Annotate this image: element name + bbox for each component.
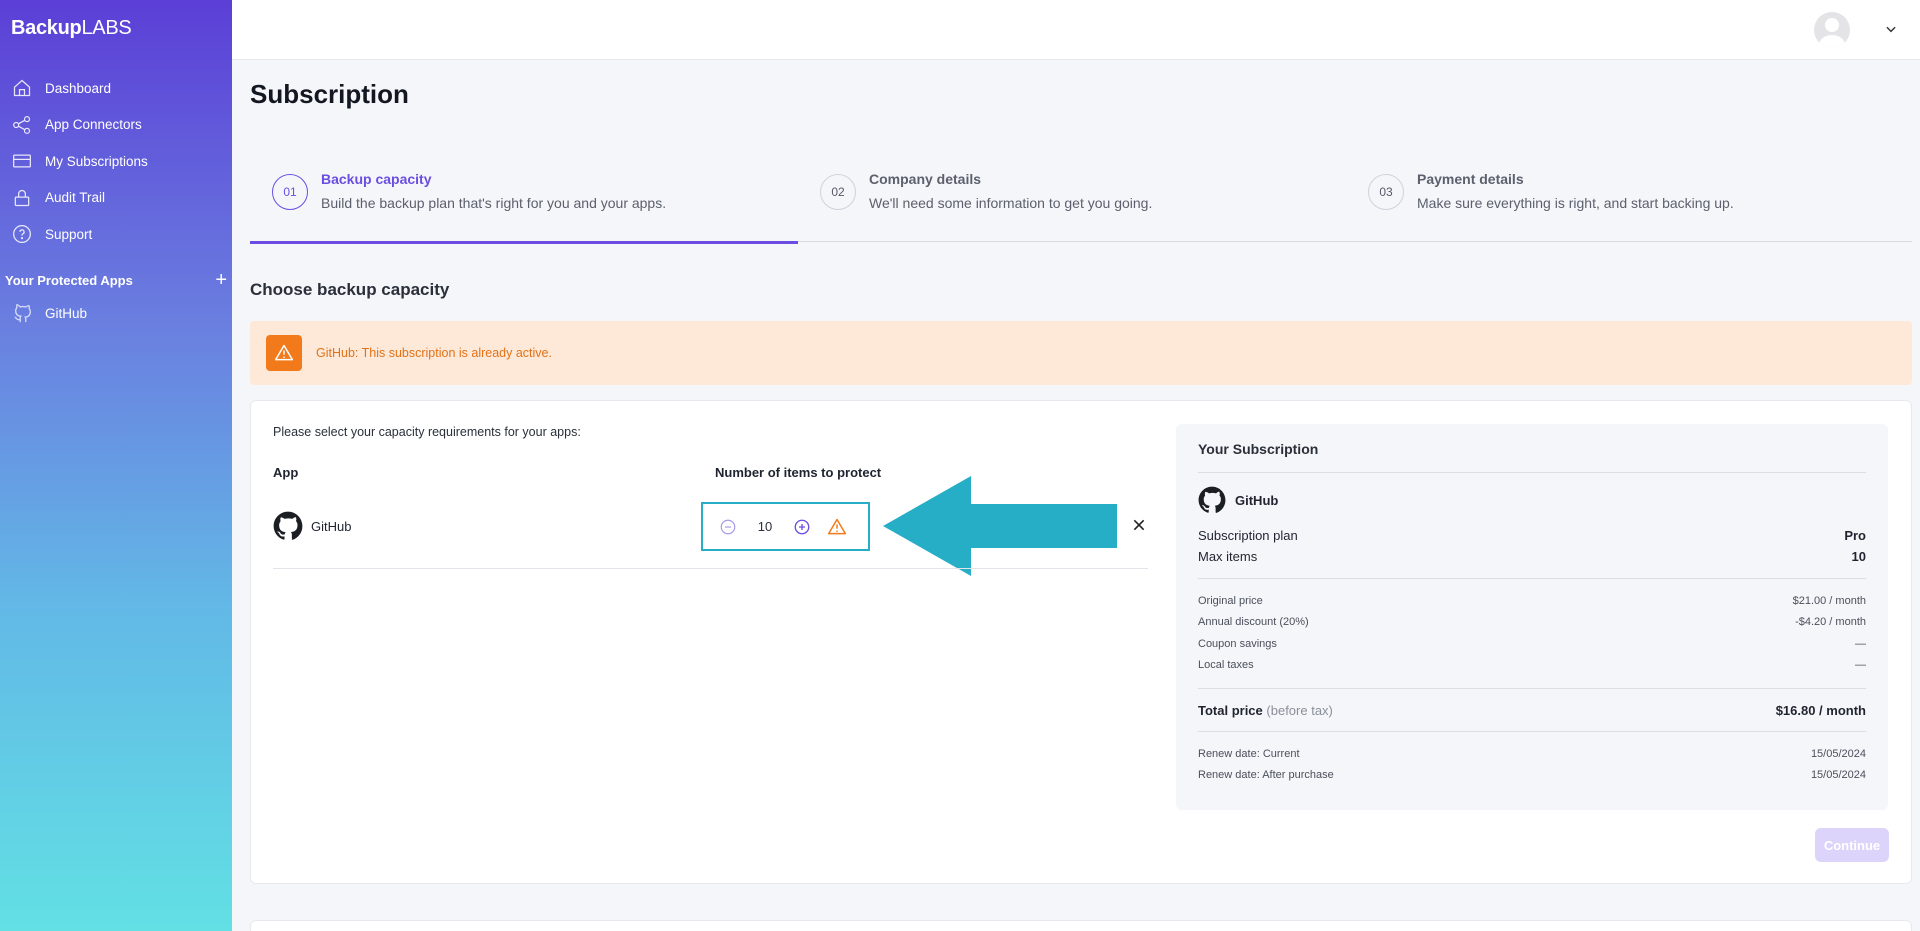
sidebar-item-label: App Connectors bbox=[45, 117, 142, 133]
top-bar bbox=[232, 0, 1920, 60]
plan-label: Subscription plan bbox=[1198, 528, 1298, 543]
sidebar-item-support[interactable]: Support bbox=[0, 216, 232, 253]
sidebar-item-label: Dashboard bbox=[45, 80, 112, 96]
brand-logo[interactable]: BackupLABS bbox=[11, 17, 132, 40]
quantity-stepper bbox=[701, 502, 870, 551]
sidebar-item-dashboard[interactable]: Dashboard bbox=[0, 70, 232, 107]
original-price-row: Original price $21.00 / month bbox=[1198, 595, 1866, 607]
summary-app-name: GitHub bbox=[1235, 492, 1279, 508]
divider bbox=[1198, 688, 1866, 689]
total-value: $16.80 / month bbox=[1775, 703, 1866, 718]
renew-current-row: Renew date: Current 15/05/2024 bbox=[1198, 748, 1866, 760]
sidebar-item-github[interactable]: GitHub bbox=[12, 302, 87, 324]
warning-icon bbox=[266, 335, 302, 371]
stepper-progress: 01 Backup capacity Build the backup plan… bbox=[250, 160, 1912, 244]
summary-title: Your Subscription bbox=[1198, 441, 1319, 457]
original-price-value: $21.00 / month bbox=[1792, 595, 1866, 607]
section-title: Choose backup capacity bbox=[250, 280, 450, 299]
sidebar-nav: Dashboard App Connectors My Subscription… bbox=[0, 70, 232, 253]
renew-current-label: Renew date: Current bbox=[1198, 748, 1300, 760]
renew-after-row: Renew date: After purchase 15/05/2024 bbox=[1198, 769, 1866, 781]
protected-apps-header: Your Protected Apps + bbox=[5, 270, 227, 290]
github-icon bbox=[273, 511, 303, 540]
quantity-input[interactable] bbox=[737, 519, 793, 534]
total-label: Total price bbox=[1198, 703, 1263, 718]
sidebar-item-label: GitHub bbox=[45, 305, 88, 321]
taxes-label: Local taxes bbox=[1198, 659, 1254, 671]
total-row: Total price (before tax) $16.80 / month bbox=[1198, 703, 1866, 718]
sidebar-item-my-subscriptions[interactable]: My Subscriptions bbox=[0, 143, 232, 180]
card-icon bbox=[13, 154, 31, 168]
user-avatar[interactable] bbox=[1814, 12, 1850, 48]
alert-text: GitHub: This subscription is already act… bbox=[316, 346, 552, 360]
share-icon bbox=[13, 115, 31, 134]
step-number: 03 bbox=[1368, 174, 1404, 210]
sidebar-item-label: Support bbox=[45, 226, 93, 242]
total-note: (before tax) bbox=[1266, 703, 1333, 718]
step-company-details[interactable]: 02 Company details We'll need some infor… bbox=[798, 160, 1346, 242]
coupon-row: Coupon savings — bbox=[1198, 638, 1866, 650]
sidebar-item-audit-trail[interactable]: Audit Trail bbox=[0, 180, 232, 217]
close-icon[interactable] bbox=[1131, 517, 1147, 533]
help-icon bbox=[13, 225, 31, 244]
minus-circle-icon[interactable] bbox=[719, 518, 737, 536]
discount-row: Annual discount (20%) -$4.20 / month bbox=[1198, 616, 1866, 628]
renew-after-value: 15/05/2024 bbox=[1810, 769, 1866, 781]
plan-row: Subscription plan Pro bbox=[1198, 528, 1866, 543]
alert-banner: GitHub: This subscription is already act… bbox=[250, 321, 1912, 385]
app-name: GitHub bbox=[311, 518, 352, 534]
discount-label: Annual discount (20%) bbox=[1198, 616, 1309, 628]
protected-apps-title: Your Protected Apps bbox=[5, 272, 133, 288]
max-items-row: Max items 10 bbox=[1198, 549, 1866, 564]
taxes-row: Local taxes — bbox=[1198, 659, 1866, 671]
sidebar-item-label: My Subscriptions bbox=[45, 153, 148, 169]
sidebar-item-app-connectors[interactable]: App Connectors bbox=[0, 107, 232, 144]
step-subtitle: Make sure everything is right, and start… bbox=[1417, 195, 1734, 211]
github-icon bbox=[1198, 486, 1226, 513]
renew-after-label: Renew date: After purchase bbox=[1198, 769, 1334, 781]
row-divider bbox=[273, 568, 1148, 569]
table-row: GitHub bbox=[273, 511, 351, 541]
chevron-down-icon[interactable] bbox=[1884, 22, 1898, 36]
summary-app: GitHub bbox=[1198, 486, 1278, 514]
renew-current-value: 15/05/2024 bbox=[1810, 748, 1866, 760]
divider bbox=[1198, 578, 1866, 579]
lock-icon bbox=[14, 189, 30, 206]
subscription-summary: Your Subscription GitHub Subscription pl… bbox=[1176, 424, 1888, 810]
step-title: Company details bbox=[869, 171, 982, 187]
secondary-card bbox=[250, 920, 1912, 931]
column-header-app: App bbox=[273, 465, 299, 480]
page-title: Subscription bbox=[250, 79, 409, 109]
coupon-label: Coupon savings bbox=[1198, 638, 1277, 650]
continue-button[interactable]: Continue bbox=[1815, 828, 1889, 862]
warning-icon bbox=[827, 518, 847, 534]
capacity-instruction: Please select your capacity requirements… bbox=[273, 425, 581, 439]
step-subtitle: Build the backup plan that's right for y… bbox=[321, 195, 667, 211]
divider bbox=[1198, 731, 1866, 732]
taxes-value: — bbox=[1855, 659, 1866, 671]
arrow-annotation bbox=[883, 476, 1117, 576]
divider bbox=[1198, 472, 1866, 473]
column-header-items: Number of items to protect bbox=[715, 465, 882, 480]
coupon-value: — bbox=[1855, 638, 1866, 650]
original-price-label: Original price bbox=[1198, 595, 1263, 607]
step-payment-details[interactable]: 03 Payment details Make sure everything … bbox=[1346, 160, 1894, 242]
home-icon bbox=[13, 79, 31, 97]
step-number: 01 bbox=[272, 174, 308, 210]
max-items-value: 10 bbox=[1851, 549, 1866, 564]
plan-value: Pro bbox=[1844, 528, 1866, 543]
github-icon bbox=[14, 304, 32, 323]
sidebar-item-label: Audit Trail bbox=[45, 190, 106, 206]
step-title: Payment details bbox=[1417, 171, 1524, 187]
step-subtitle: We'll need some information to get you g… bbox=[869, 195, 1153, 211]
max-items-label: Max items bbox=[1198, 549, 1258, 564]
step-number: 02 bbox=[820, 174, 856, 210]
sidebar: BackupLABS Dashboard App Connectors My S… bbox=[0, 0, 232, 931]
plus-circle-icon[interactable] bbox=[793, 518, 811, 536]
step-backup-capacity[interactable]: 01 Backup capacity Build the backup plan… bbox=[250, 160, 798, 244]
add-app-icon[interactable]: + bbox=[215, 270, 227, 290]
step-title: Backup capacity bbox=[321, 171, 432, 187]
discount-value: -$4.20 / month bbox=[1795, 616, 1866, 628]
